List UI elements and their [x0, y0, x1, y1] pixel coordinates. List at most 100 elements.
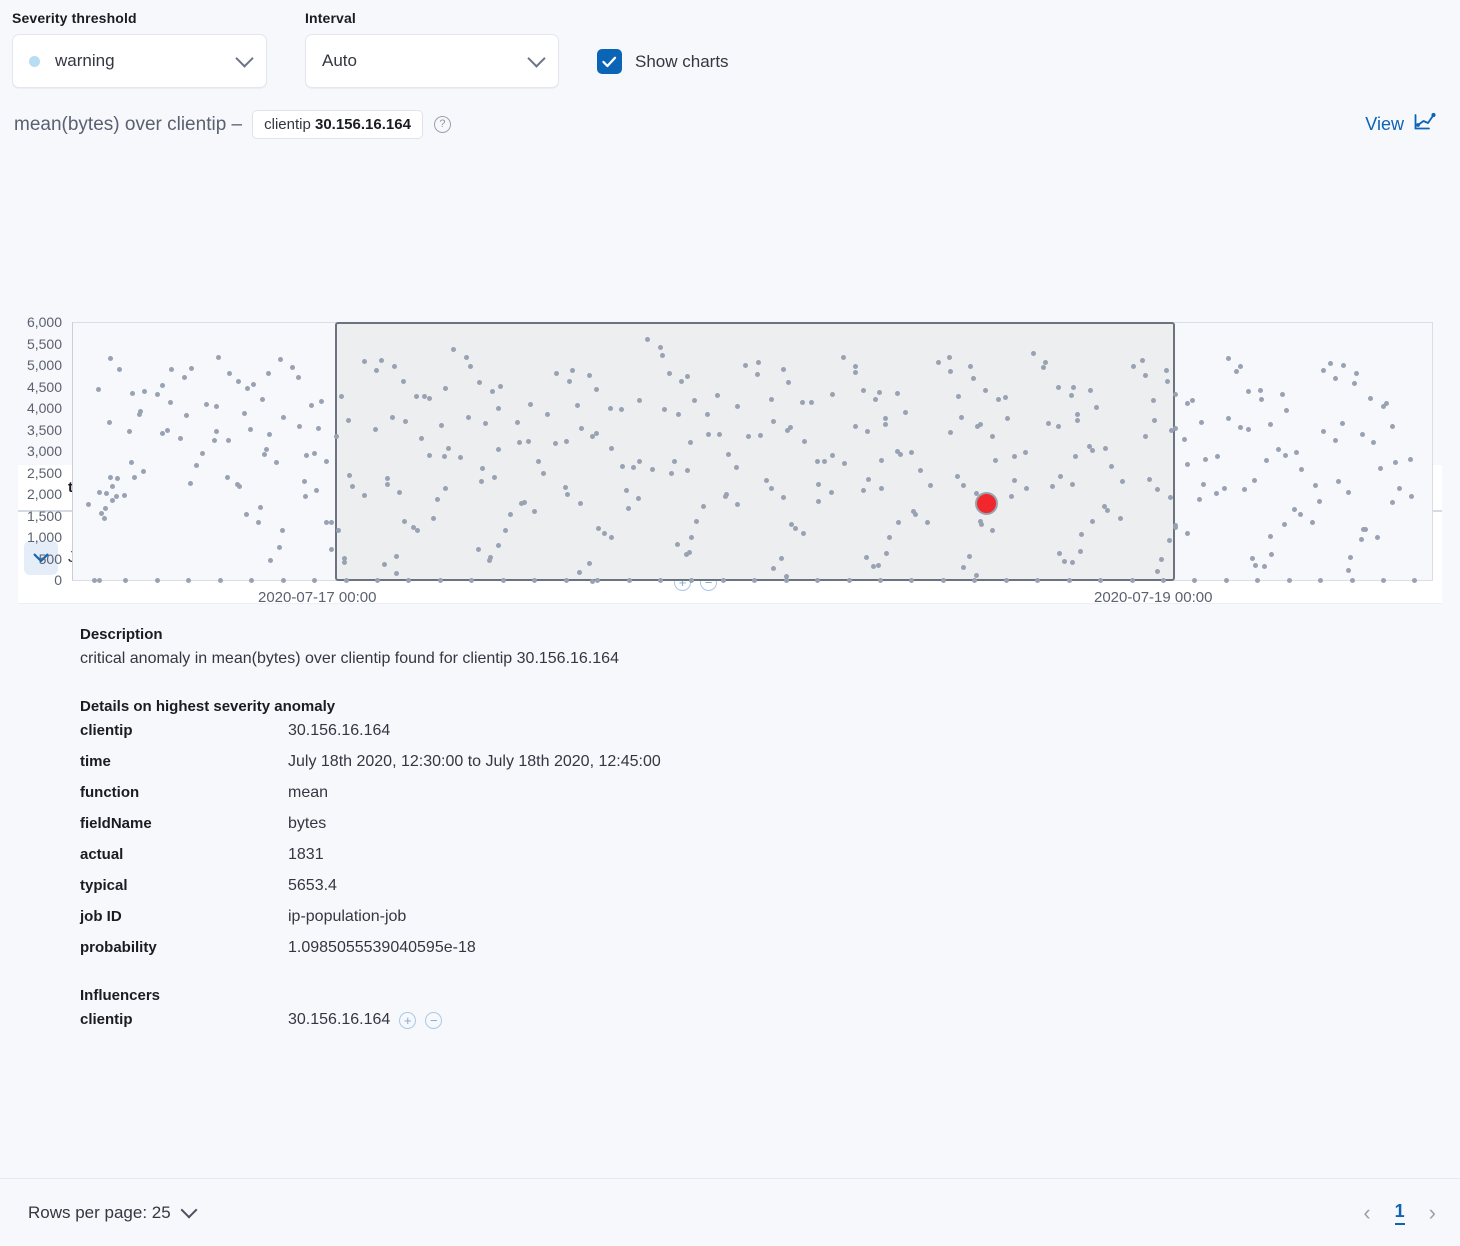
data-point	[884, 551, 889, 556]
data-point	[1371, 440, 1376, 445]
data-point	[961, 565, 966, 570]
data-point	[1336, 479, 1341, 484]
data-point	[1046, 421, 1051, 426]
rows-per-page-select[interactable]: Rows per page: 25	[28, 1203, 195, 1223]
data-point	[1234, 369, 1239, 374]
data-point	[155, 392, 160, 397]
influencers-heading: Influencers	[80, 987, 1442, 1004]
detail-field-row: job IDip-population-job	[80, 908, 1442, 926]
data-point	[204, 402, 209, 407]
chevron-left-icon[interactable]: ‹	[1363, 1202, 1370, 1224]
question-mark-icon[interactable]: ?	[434, 116, 451, 133]
detail-field-key: function	[80, 784, 288, 802]
y-tick-7: 2,500	[0, 466, 62, 488]
data-point	[853, 364, 858, 369]
severity-threshold-select[interactable]: warning	[12, 34, 267, 88]
data-point	[608, 406, 613, 411]
chart-header: mean(bytes) over clientip – clientip 30.…	[0, 88, 1460, 139]
filter-controls: Severity threshold warning Interval Auto…	[0, 0, 1460, 88]
detail-field-key: clientip	[80, 722, 288, 740]
data-point	[132, 475, 137, 480]
data-point	[567, 379, 572, 384]
interval-select[interactable]: Auto	[305, 34, 559, 88]
data-point	[104, 491, 109, 496]
description-heading: Description	[80, 626, 1442, 643]
minus-circle-icon[interactable]: −	[425, 1012, 442, 1029]
data-point	[1294, 450, 1299, 455]
data-point	[1310, 520, 1315, 525]
data-point	[1155, 569, 1160, 574]
chart-link-icon	[1413, 112, 1436, 137]
data-point	[1109, 464, 1114, 469]
details-heading: Details on highest severity anomaly	[80, 698, 1442, 715]
data-point	[218, 578, 223, 583]
data-point	[1321, 429, 1326, 434]
data-point	[658, 578, 663, 583]
data-point	[438, 578, 443, 583]
show-charts-checkbox-row[interactable]: Show charts	[597, 49, 729, 88]
show-charts-checkbox[interactable]	[597, 49, 622, 74]
data-point	[1012, 478, 1017, 483]
detail-field-key: fieldName	[80, 815, 288, 833]
chart-plot-area[interactable]	[72, 322, 1433, 581]
data-point	[297, 424, 302, 429]
data-point	[688, 440, 693, 445]
data-point	[1354, 371, 1359, 376]
data-point	[1328, 361, 1333, 366]
plus-circle-icon[interactable]: +	[399, 1012, 416, 1029]
data-point	[660, 353, 665, 358]
data-point	[1005, 416, 1010, 421]
data-point	[267, 432, 272, 437]
data-point	[771, 566, 776, 571]
y-tick-9: 1,500	[0, 509, 62, 531]
y-tick-1: 5,500	[0, 337, 62, 359]
data-point	[225, 475, 230, 480]
entity-pill[interactable]: clientip 30.156.16.164	[252, 110, 423, 139]
data-point	[936, 360, 941, 365]
data-point	[650, 467, 655, 472]
y-tick-4: 4,000	[0, 401, 62, 423]
data-point	[385, 476, 390, 481]
influencer-value: 30.156.16.164	[288, 1011, 390, 1029]
data-point	[1190, 398, 1195, 403]
data-point	[1182, 437, 1187, 442]
data-point	[1088, 388, 1093, 393]
data-point	[1280, 392, 1285, 397]
data-point	[1346, 568, 1351, 573]
data-point	[115, 476, 120, 481]
data-point	[342, 556, 347, 561]
page-number-1[interactable]: 1	[1395, 1201, 1405, 1225]
data-point	[959, 415, 964, 420]
data-point	[245, 386, 250, 391]
data-point	[137, 412, 142, 417]
data-point	[1070, 482, 1075, 487]
data-point	[1201, 482, 1206, 487]
anomaly-swimlane-chart: 6,0005,5005,0004,5004,0003,5003,0002,500…	[0, 147, 1460, 457]
time-range-brush[interactable]	[335, 322, 1175, 581]
data-point	[142, 389, 147, 394]
data-point	[266, 371, 271, 376]
table-footer: Rows per page: 25 ‹ 1 ›	[0, 1178, 1460, 1246]
data-point	[127, 429, 132, 434]
data-point	[956, 394, 961, 399]
data-point	[435, 497, 440, 502]
data-point	[1375, 535, 1380, 540]
data-point	[1350, 578, 1355, 583]
detail-field-row: timeJuly 18th 2020, 12:30:00 to July 18t…	[80, 753, 1442, 771]
view-link[interactable]: View	[1365, 112, 1442, 137]
data-point	[1071, 385, 1076, 390]
y-tick-5: 3,500	[0, 423, 62, 445]
severity-swatch-icon	[29, 56, 40, 67]
data-point	[414, 394, 419, 399]
data-point	[815, 459, 820, 464]
influencer-value-wrap: 30.156.16.164 + −	[288, 1011, 442, 1029]
data-point	[227, 371, 232, 376]
chevron-right-icon[interactable]: ›	[1429, 1202, 1436, 1224]
data-point	[883, 422, 888, 427]
data-point	[1352, 381, 1357, 386]
data-point	[108, 475, 113, 480]
show-charts-label: Show charts	[635, 52, 729, 72]
data-point	[256, 520, 261, 525]
data-point	[1185, 401, 1190, 406]
data-point	[375, 578, 380, 583]
